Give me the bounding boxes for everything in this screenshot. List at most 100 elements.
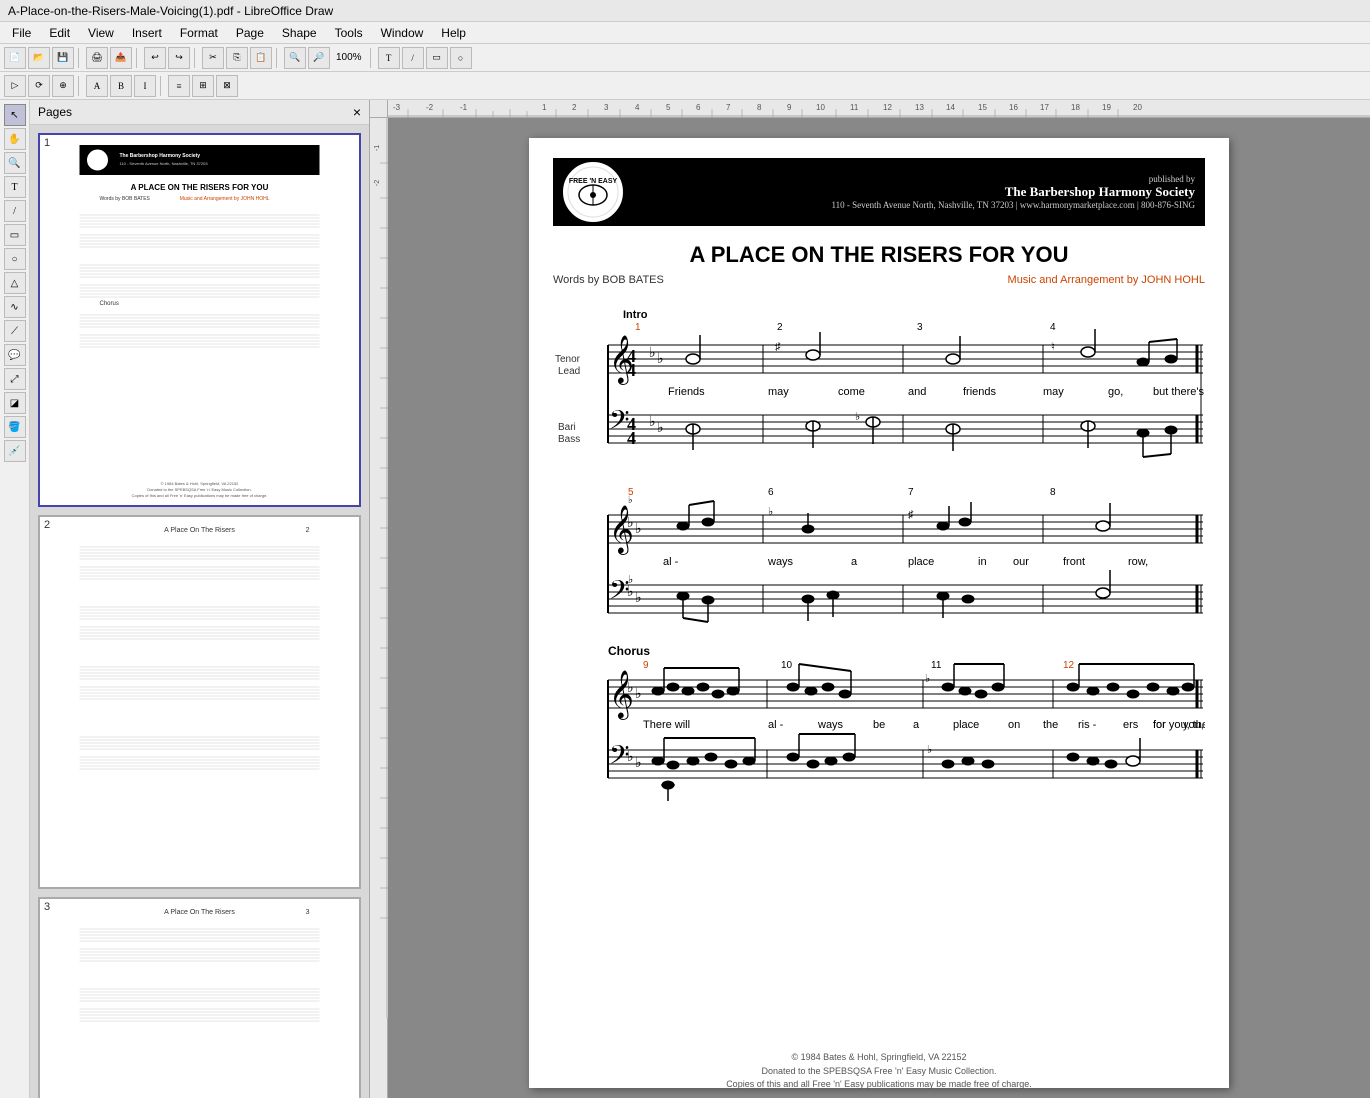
svg-text:A Place On The Risers: A Place On The Risers xyxy=(164,909,235,916)
svg-text:7: 7 xyxy=(908,487,914,498)
svg-text:2: 2 xyxy=(572,103,577,112)
sheet-header: FREE 'N EASY published by The Barbershop… xyxy=(553,158,1205,226)
svg-text:♭: ♭ xyxy=(855,411,860,423)
main-document-page: FREE 'N EASY published by The Barbershop… xyxy=(529,138,1229,1088)
export-button[interactable]: 📤 xyxy=(110,47,132,69)
svg-text:4: 4 xyxy=(635,103,640,112)
callout-tool[interactable]: 💬 xyxy=(4,344,26,366)
rect-tool[interactable]: ▭ xyxy=(4,224,26,246)
eyedropper-tool[interactable]: 💉 xyxy=(4,440,26,462)
transform-tool[interactable]: ⤢ xyxy=(4,368,26,390)
text-tool[interactable]: T xyxy=(4,176,26,198)
svg-text:♯: ♯ xyxy=(775,341,781,353)
app-title: A-Place-on-the-Risers-Male-Voicing(1).pd… xyxy=(8,4,333,18)
page-thumb-2[interactable]: 2 A Place On The Risers 2 xyxy=(38,515,361,889)
svg-text:16: 16 xyxy=(1009,103,1018,112)
header-text: published by The Barbershop Harmony Soci… xyxy=(635,174,1195,210)
svg-text:♮: ♮ xyxy=(1051,341,1055,353)
left-toolbar: ↖ ✋ 🔍 T / ▭ ○ △ ∿ ⟋ 💬 ⤢ ◪ 🪣 💉 xyxy=(0,100,30,1098)
svg-text:Bass: Bass xyxy=(558,434,580,445)
title-bar: A-Place-on-the-Risers-Male-Voicing(1).pd… xyxy=(0,0,1370,22)
ellipse-button[interactable]: ○ xyxy=(450,47,472,69)
pan-tool[interactable]: ✋ xyxy=(4,128,26,150)
svg-text:may: may xyxy=(1043,386,1064,398)
cut-button[interactable]: ✂ xyxy=(202,47,224,69)
svg-text:Friends: Friends xyxy=(668,386,705,398)
redo-button[interactable]: ↪ xyxy=(168,47,190,69)
tb2-btn-2[interactable]: ⟳ xyxy=(28,75,50,97)
curve-tool[interactable]: ∿ xyxy=(4,296,26,318)
svg-text:1: 1 xyxy=(542,103,547,112)
undo-button[interactable]: ↩ xyxy=(144,47,166,69)
svg-text:10: 10 xyxy=(781,660,793,671)
pages-scroll-area[interactable]: 1 The Barbershop Harmony Society 110 - S… xyxy=(30,125,369,1098)
menu-tools[interactable]: Tools xyxy=(327,24,371,42)
open-button[interactable]: 📂 xyxy=(28,47,50,69)
page-num-1: 1 xyxy=(44,137,50,149)
svg-text:our: our xyxy=(1013,556,1029,568)
svg-text:♭: ♭ xyxy=(927,744,932,756)
svg-text:© 1984 Bates & Hohl, Springfie: © 1984 Bates & Hohl, Springfield, VA 221… xyxy=(161,481,240,486)
menu-page[interactable]: Page xyxy=(228,24,272,42)
svg-text:the: the xyxy=(1043,719,1058,731)
save-button[interactable]: 💾 xyxy=(52,47,74,69)
tb2-btn-4[interactable]: A xyxy=(86,75,108,97)
svg-text:110 - Seventh Avenue North, Na: 110 - Seventh Avenue North, Nashville, T… xyxy=(120,161,209,166)
svg-text:♭: ♭ xyxy=(925,673,930,685)
svg-text:and: and xyxy=(908,386,926,398)
svg-text:♭: ♭ xyxy=(628,495,633,506)
words-by: Words by BOB BATES xyxy=(553,274,664,286)
menu-view[interactable]: View xyxy=(80,24,122,42)
rect-button[interactable]: ▭ xyxy=(426,47,448,69)
tb2-btn-7[interactable]: ≡ xyxy=(168,75,190,97)
zoom-in-button[interactable]: 🔍 xyxy=(284,47,306,69)
tb2-btn-8[interactable]: ⊞ xyxy=(192,75,214,97)
poly-tool[interactable]: △ xyxy=(4,272,26,294)
svg-text:a: a xyxy=(851,556,858,568)
menu-shape[interactable]: Shape xyxy=(274,24,325,42)
toolbar-sep-2 xyxy=(136,48,140,68)
menu-edit[interactable]: Edit xyxy=(41,24,78,42)
menu-file[interactable]: File xyxy=(4,24,39,42)
new-button[interactable]: 📄 xyxy=(4,47,26,69)
select-tool[interactable]: ↖ xyxy=(4,104,26,126)
copy-button[interactable]: ⎘ xyxy=(226,47,248,69)
print-button[interactable]: 🖨 xyxy=(86,47,108,69)
menu-insert[interactable]: Insert xyxy=(124,24,170,42)
page-thumb-3[interactable]: 3 A Place On The Risers 3 xyxy=(38,897,361,1098)
tb2-btn-3[interactable]: ⊕ xyxy=(52,75,74,97)
svg-text:♭: ♭ xyxy=(628,574,633,586)
doc-scroll-area[interactable]: FREE 'N EASY published by The Barbershop… xyxy=(388,118,1370,1098)
pages-panel-title: Pages xyxy=(38,105,72,119)
shadow-tool[interactable]: ◪ xyxy=(4,392,26,414)
menu-format[interactable]: Format xyxy=(172,24,226,42)
svg-text:FREE 'N EASY: FREE 'N EASY xyxy=(569,178,618,185)
line-button[interactable]: / xyxy=(402,47,424,69)
svg-text:Lead: Lead xyxy=(558,366,580,377)
line-tool[interactable]: / xyxy=(4,200,26,222)
menu-help[interactable]: Help xyxy=(433,24,474,42)
tb2-btn-6[interactable]: I xyxy=(134,75,156,97)
pages-panel-close[interactable]: × xyxy=(353,104,361,120)
connector-tool[interactable]: ⟋ xyxy=(4,320,26,342)
toolbar2-sep-1 xyxy=(78,76,82,96)
page-num-3: 3 xyxy=(44,901,50,913)
text-button[interactable]: T xyxy=(378,47,400,69)
ellipse-tool[interactable]: ○ xyxy=(4,248,26,270)
page-thumb-1[interactable]: 1 The Barbershop Harmony Society 110 - S… xyxy=(38,133,361,507)
tb2-btn-9[interactable]: ⊠ xyxy=(216,75,238,97)
svg-text:2: 2 xyxy=(306,527,310,534)
sheet-footer: © 1984 Bates & Hohl, Springfield, VA 221… xyxy=(553,1051,1205,1092)
svg-text:Donated to the SPEBSQSA Free ': Donated to the SPEBSQSA Free 'n' Easy Mu… xyxy=(147,487,251,492)
zoom-out-button[interactable]: 🔎 xyxy=(308,47,330,69)
toolbar2-sep-2 xyxy=(160,76,164,96)
svg-text:ers: ers xyxy=(1123,719,1139,731)
tb2-btn-1[interactable]: ▷ xyxy=(4,75,26,97)
toolbar-sep-3 xyxy=(194,48,198,68)
tb2-btn-5[interactable]: B xyxy=(110,75,132,97)
fill-tool[interactable]: 🪣 xyxy=(4,416,26,438)
menu-window[interactable]: Window xyxy=(373,24,432,42)
zoom-tool[interactable]: 🔍 xyxy=(4,152,26,174)
paste-button[interactable]: 📋 xyxy=(250,47,272,69)
svg-text:♭: ♭ xyxy=(768,506,773,518)
